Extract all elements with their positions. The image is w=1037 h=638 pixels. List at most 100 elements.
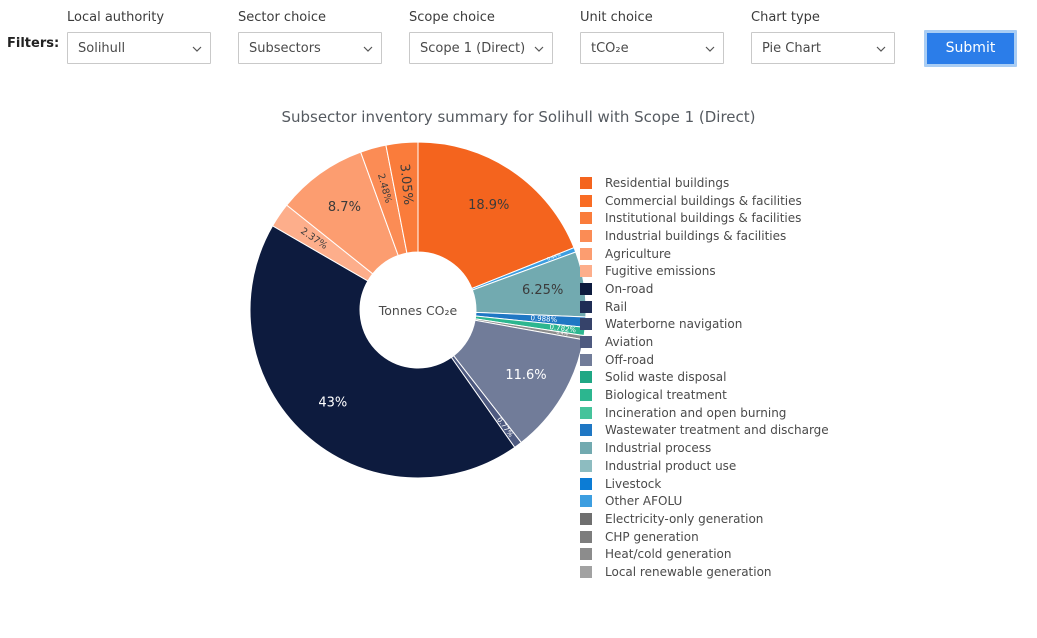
legend-item-label: Aviation: [605, 335, 654, 350]
legend-item-label: Heat/cold generation: [605, 547, 732, 562]
legend-swatch-icon: [580, 318, 592, 331]
legend-item[interactable]: Institutional buildings & facilities: [580, 209, 910, 227]
select-value-scope-choice: Scope 1 (Direct): [420, 41, 526, 56]
legend-swatch-icon: [580, 495, 592, 508]
pie-slice-label: 18.9%: [468, 198, 509, 213]
pie-chart[interactable]: 18.9% 0.44% 6.25% 0.988% 0.782% 0.4% 11.6% 0.77…: [248, 140, 588, 480]
chevron-down-icon: [705, 44, 715, 53]
chevron-down-icon: [192, 44, 202, 53]
chevron-down-icon: [876, 44, 886, 53]
legend-item-label: Industrial product use: [605, 458, 737, 473]
select-chart-type[interactable]: Pie Chart: [751, 32, 895, 64]
legend-item[interactable]: Industrial process: [580, 439, 910, 457]
filter-label-scope-choice: Scope choice: [409, 10, 495, 25]
legend-item-label: Electricity-only generation: [605, 511, 764, 526]
legend-swatch-icon: [580, 300, 592, 313]
legend-item[interactable]: Industrial buildings & facilities: [580, 227, 910, 245]
filters-label: Filters:: [7, 36, 60, 51]
legend-item[interactable]: Incineration and open burning: [580, 404, 910, 422]
legend-swatch-icon: [580, 424, 592, 437]
legend-swatch-icon: [580, 336, 592, 349]
legend-item[interactable]: Industrial product use: [580, 457, 910, 475]
select-unit-choice[interactable]: tCO₂e: [580, 32, 724, 64]
legend-item-label: Commercial buildings & facilities: [605, 193, 802, 208]
legend-swatch-icon: [580, 406, 592, 419]
donut-svg: 18.9%0.44%6.25%0.988%0.782%0.4%11.6%0.77…: [249, 141, 587, 479]
legend-item[interactable]: Off-road: [580, 351, 910, 369]
legend-item-label: Agriculture: [605, 246, 671, 261]
filter-label-local-authority: Local authority: [67, 10, 165, 25]
select-sector-choice[interactable]: Subsectors: [238, 32, 382, 64]
legend-swatch-icon: [580, 459, 592, 472]
legend-swatch-icon: [580, 265, 592, 278]
pie-slice-label: 8.7%: [328, 200, 361, 215]
legend-item[interactable]: On-road: [580, 280, 910, 298]
select-value-unit-choice: tCO₂e: [591, 41, 629, 56]
legend-item-label: Other AFOLU: [605, 494, 683, 509]
legend-item[interactable]: Biological treatment: [580, 386, 910, 404]
legend-item[interactable]: Heat/cold generation: [580, 545, 910, 563]
legend-item[interactable]: Aviation: [580, 333, 910, 351]
legend-item[interactable]: Other AFOLU: [580, 492, 910, 510]
legend-item[interactable]: Wastewater treatment and discharge: [580, 422, 910, 440]
legend-swatch-icon: [580, 512, 592, 525]
legend-item-label: Wastewater treatment and discharge: [605, 423, 829, 438]
filter-label-chart-type: Chart type: [751, 10, 820, 25]
pie-slice-label: 6.25%: [522, 283, 563, 298]
legend-swatch-icon: [580, 530, 592, 543]
legend-item-label: Off-road: [605, 352, 655, 367]
legend-item-label: Biological treatment: [605, 388, 727, 403]
legend-item-label: Local renewable generation: [605, 564, 772, 579]
legend-swatch-icon: [580, 282, 592, 295]
legend-swatch-icon: [580, 212, 592, 225]
legend-swatch-icon: [580, 194, 592, 207]
legend-item[interactable]: Rail: [580, 298, 910, 316]
legend-item-label: Rail: [605, 299, 628, 314]
legend-swatch-icon: [580, 371, 592, 384]
legend-item-label: Waterborne navigation: [605, 317, 743, 332]
pie-slice-label: 11.6%: [505, 368, 546, 383]
pie-slice-label: 43%: [318, 396, 347, 411]
legend-item-label: Institutional buildings & facilities: [605, 211, 802, 226]
legend-item-label: Livestock: [605, 476, 662, 491]
submit-button[interactable]: Submit: [924, 30, 1017, 67]
legend-item-label: Residential buildings: [605, 175, 730, 190]
legend-item[interactable]: Solid waste disposal: [580, 369, 910, 387]
legend-item-label: Industrial process: [605, 441, 712, 456]
legend-swatch-icon: [580, 442, 592, 455]
legend-item[interactable]: Fugitive emissions: [580, 262, 910, 280]
legend-item-label: Incineration and open burning: [605, 405, 787, 420]
select-scope-choice[interactable]: Scope 1 (Direct): [409, 32, 553, 64]
legend-item-label: Industrial buildings & facilities: [605, 228, 787, 243]
filter-bar: Filters: Local authority Solihull Sector c…: [0, 0, 1037, 80]
legend-item[interactable]: Agriculture: [580, 245, 910, 263]
legend-swatch-icon: [580, 389, 592, 402]
legend-swatch-icon: [580, 353, 592, 366]
legend-swatch-icon: [580, 176, 592, 189]
chart-legend: Residential buildings Commercial building…: [580, 174, 910, 581]
legend-swatch-icon: [580, 548, 592, 561]
chevron-down-icon: [534, 44, 544, 53]
legend-item[interactable]: Commercial buildings & facilities: [580, 192, 910, 210]
select-local-authority[interactable]: Solihull: [67, 32, 211, 64]
legend-swatch-icon: [580, 565, 592, 578]
select-value-local-authority: Solihull: [78, 41, 126, 56]
select-value-sector-choice: Subsectors: [249, 41, 321, 56]
legend-item-label: Solid waste disposal: [605, 370, 727, 385]
legend-swatch-icon: [580, 477, 592, 490]
legend-item[interactable]: Electricity-only generation: [580, 510, 910, 528]
chevron-down-icon: [363, 44, 373, 53]
legend-item[interactable]: Residential buildings: [580, 174, 910, 192]
legend-item[interactable]: Waterborne navigation: [580, 316, 910, 334]
legend-item[interactable]: CHP generation: [580, 528, 910, 546]
legend-item-label: Fugitive emissions: [605, 264, 716, 279]
legend-item[interactable]: Local renewable generation: [580, 563, 910, 581]
legend-item-label: On-road: [605, 281, 654, 296]
legend-item[interactable]: Livestock: [580, 475, 910, 493]
chart-title: Subsector inventory summary for Solihull…: [281, 108, 756, 126]
filter-label-unit-choice: Unit choice: [580, 10, 653, 25]
legend-swatch-icon: [580, 247, 592, 260]
legend-swatch-icon: [580, 229, 592, 242]
legend-item-label: CHP generation: [605, 529, 699, 544]
filter-label-sector-choice: Sector choice: [238, 10, 327, 25]
